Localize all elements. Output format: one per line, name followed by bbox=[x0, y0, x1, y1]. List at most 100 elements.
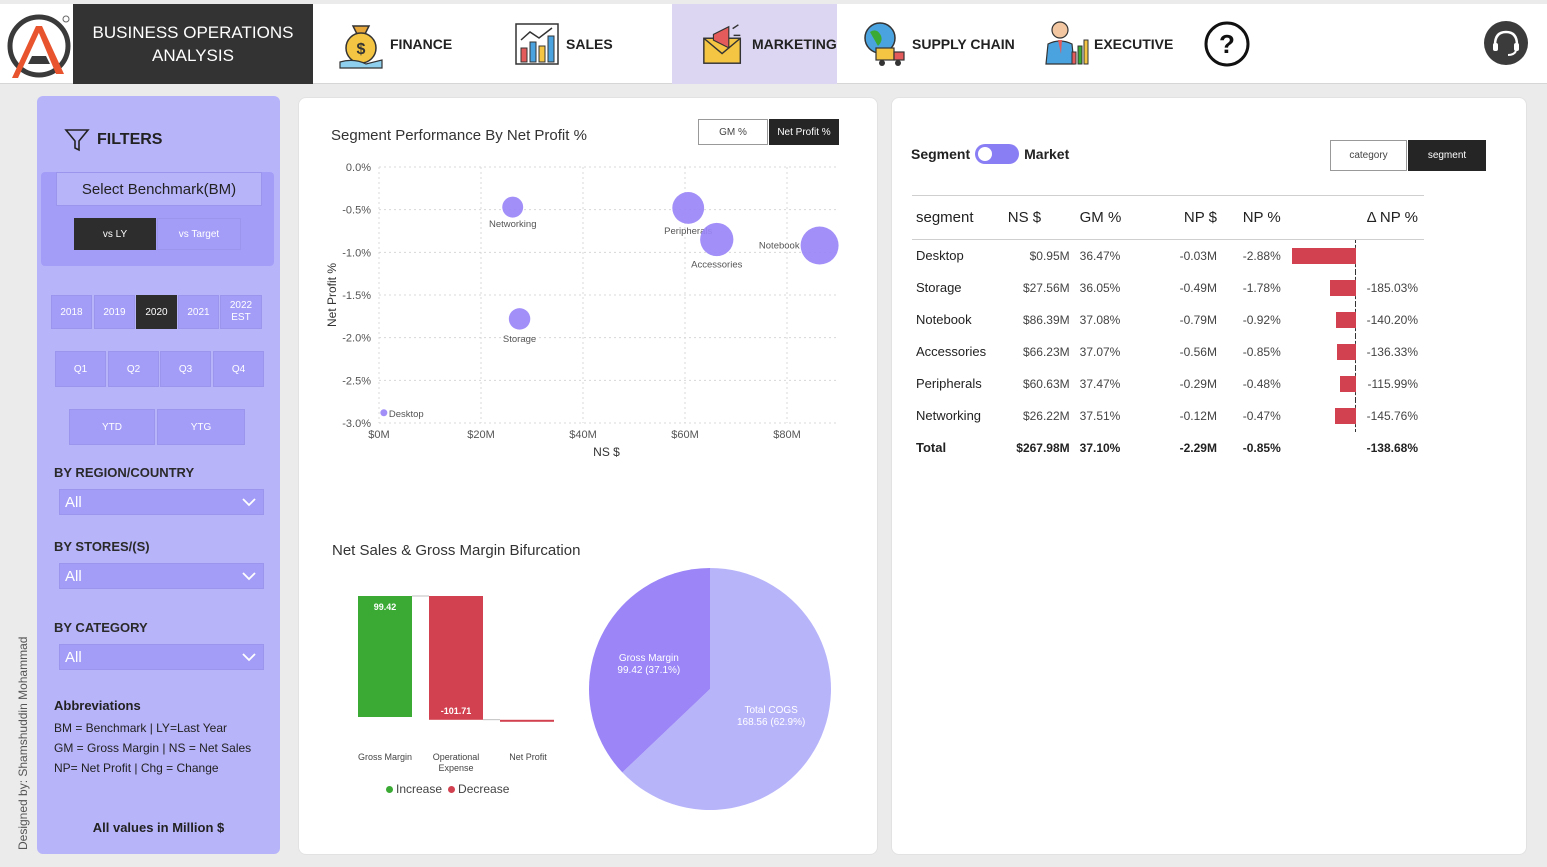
year-2019-button[interactable]: 2019 bbox=[94, 295, 135, 329]
switch-label-segment: Segment bbox=[911, 146, 971, 162]
delta-np-bar bbox=[1340, 375, 1357, 392]
toggle-switch[interactable] bbox=[975, 144, 1020, 164]
company-logo bbox=[7, 14, 71, 78]
nav-tab-sales-label: SALES bbox=[566, 36, 613, 52]
bar-chart-icon bbox=[515, 23, 559, 65]
quarter-q4-button[interactable]: Q4 bbox=[213, 351, 264, 387]
column-header-np[interactable]: NP $ bbox=[1149, 195, 1227, 240]
scatter-point[interactable] bbox=[508, 308, 531, 330]
cell-delta-np bbox=[1356, 240, 1424, 272]
gm-percent-toggle[interactable]: GM % bbox=[698, 119, 768, 145]
nav-tab-marketing-label: MARKETING bbox=[752, 36, 837, 52]
net-profit-percent-toggle[interactable]: Net Profit % bbox=[769, 119, 839, 145]
nav-tab-finance[interactable]: $ FINANCE bbox=[336, 4, 496, 84]
scatter-point[interactable] bbox=[380, 409, 388, 417]
table-row[interactable]: Networking $26.22M 37.51% -0.12M -0.47% -145.… bbox=[912, 399, 1424, 432]
legend-increase-label: Increase bbox=[396, 782, 443, 796]
help-icon[interactable]: ? bbox=[1203, 20, 1251, 68]
waterfall-chart: 99.42 -101.71 Gross Margin OperationalExpen… bbox=[358, 595, 554, 773]
cell-gm: 37.51% bbox=[1079, 408, 1121, 423]
year-2020-button[interactable]: 2020 bbox=[136, 295, 177, 329]
year-2022-label: 2022 bbox=[229, 300, 253, 311]
nav-tab-finance-label: FINANCE bbox=[390, 36, 453, 52]
year-2018-button[interactable]: 2018 bbox=[51, 295, 92, 329]
waterfall-data-label: 99.42 bbox=[374, 602, 397, 612]
nav-tab-executive[interactable]: EXECUTIVE bbox=[1040, 4, 1190, 84]
cell-npp: -0.47% bbox=[1242, 408, 1281, 423]
column-header-npp[interactable]: NP % bbox=[1226, 195, 1291, 240]
cell-delta-np: -136.33% bbox=[1366, 344, 1418, 359]
nav-tab-marketing[interactable]: MARKETING bbox=[672, 4, 837, 84]
column-header-gm[interactable]: GM % bbox=[1079, 195, 1150, 240]
quarter-q2-button[interactable]: Q2 bbox=[108, 351, 159, 387]
pie-slice-value: 99.42 (37.1%) bbox=[617, 665, 680, 676]
toggle-knob bbox=[978, 147, 993, 161]
quarter-q1-button[interactable]: Q1 bbox=[55, 351, 106, 387]
executive-icon bbox=[1045, 21, 1089, 65]
cell-np: -0.29M bbox=[1179, 376, 1217, 391]
cell-npp: -0.92% bbox=[1242, 312, 1281, 327]
pie-slice-value: 168.56 (62.9%) bbox=[737, 717, 805, 728]
y-tick-label: -3.0% bbox=[342, 418, 371, 430]
ytd-button[interactable]: YTD bbox=[69, 409, 155, 445]
cell-npp: -2.88% bbox=[1242, 248, 1281, 263]
table-total-row: Total $267.98M 37.10% -2.29M -0.85% -138.68% bbox=[912, 432, 1424, 464]
cell-segment: Networking bbox=[916, 408, 982, 423]
waterfall-legend: Increase Decrease bbox=[386, 782, 509, 796]
table-row[interactable]: Accessories $66.23M 37.07% -0.56M -0.85% -136… bbox=[912, 335, 1424, 368]
ytg-button[interactable]: YTG bbox=[157, 409, 245, 445]
y-tick-label: 0.0% bbox=[346, 162, 371, 174]
segment-market-switch[interactable]: Segment Market bbox=[911, 144, 1069, 164]
abbreviations-block: Abbreviations BM = Benchmark | LY=Last Y… bbox=[54, 696, 251, 778]
region-dropdown[interactable]: All bbox=[59, 489, 264, 515]
category-view-button[interactable]: category bbox=[1330, 140, 1407, 171]
segment-view-button[interactable]: segment bbox=[1408, 140, 1486, 171]
benchmark-vs-target-button[interactable]: vs Target bbox=[157, 218, 241, 250]
filters-header: FILTERS bbox=[63, 126, 162, 154]
cell-ns: $27.56M bbox=[1022, 280, 1070, 295]
x-tick-label: $80M bbox=[773, 429, 801, 441]
support-headset-icon[interactable] bbox=[1483, 20, 1529, 66]
benchmark-label: Select Benchmark(BM) bbox=[56, 172, 262, 206]
table-row[interactable]: Notebook $86.39M 37.08% -0.79M -0.92% -140.20… bbox=[912, 303, 1424, 336]
total-ns: $267.98M bbox=[1016, 440, 1070, 455]
cell-gm: 36.47% bbox=[1079, 248, 1121, 263]
switch-label-market: Market bbox=[1024, 146, 1070, 162]
scatter-point[interactable] bbox=[502, 196, 524, 218]
category-dropdown-value: All bbox=[65, 648, 82, 666]
benchmark-vs-ly-button[interactable]: vs LY bbox=[74, 218, 156, 250]
waterfall-category-label: Net Profit bbox=[509, 752, 547, 762]
delta-np-bar bbox=[1337, 343, 1357, 360]
x-tick-label: $0M bbox=[368, 429, 389, 441]
total-delta-np: -138.68% bbox=[1366, 440, 1418, 455]
filters-panel: FILTERS Select Benchmark(BM) vs LY vs Ta… bbox=[37, 96, 280, 854]
total-segment: Total bbox=[916, 440, 947, 455]
column-header-ns[interactable]: NS $ bbox=[1007, 195, 1080, 240]
scatter-point[interactable] bbox=[800, 226, 839, 265]
table-row[interactable]: Desktop $0.95M 36.47% -0.03M -2.88% bbox=[912, 240, 1424, 272]
waterfall-bar[interactable] bbox=[500, 719, 554, 722]
table-row[interactable]: Peripherals $60.63M 37.47% -0.29M -0.48% -115… bbox=[912, 367, 1424, 400]
scatter-point[interactable] bbox=[700, 222, 734, 257]
nav-tab-sales[interactable]: SALES bbox=[512, 4, 662, 84]
column-header-delta-np[interactable]: Δ NP % bbox=[1290, 195, 1424, 240]
quarter-q3-button[interactable]: Q3 bbox=[160, 351, 211, 387]
waterfall-bar[interactable] bbox=[358, 596, 412, 717]
scatter-point-label: Accessories bbox=[691, 260, 742, 271]
region-dropdown-value: All bbox=[65, 493, 82, 511]
stores-dropdown[interactable]: All bbox=[59, 563, 264, 589]
category-dropdown[interactable]: All bbox=[59, 644, 264, 670]
table-row[interactable]: Storage $27.56M 36.05% -0.49M -1.78% -185.03% bbox=[912, 271, 1424, 304]
category-filter-label: BY CATEGORY bbox=[54, 620, 148, 635]
scatter-point-label: Networking bbox=[489, 219, 537, 230]
column-header-segment[interactable]: segment bbox=[912, 195, 1008, 240]
nav-tab-supply-chain[interactable]: SUPPLY CHAIN bbox=[858, 4, 1023, 84]
cell-segment: Storage bbox=[916, 280, 962, 295]
megaphone-envelope-icon bbox=[703, 24, 742, 64]
cell-np: -0.79M bbox=[1179, 312, 1217, 327]
year-2021-button[interactable]: 2021 bbox=[178, 295, 219, 329]
scatter-point[interactable] bbox=[672, 192, 705, 224]
cell-delta-np: -145.76% bbox=[1366, 408, 1418, 423]
year-2022-est-button[interactable]: 2022 EST bbox=[220, 295, 262, 329]
waterfall-bar[interactable] bbox=[429, 596, 483, 720]
